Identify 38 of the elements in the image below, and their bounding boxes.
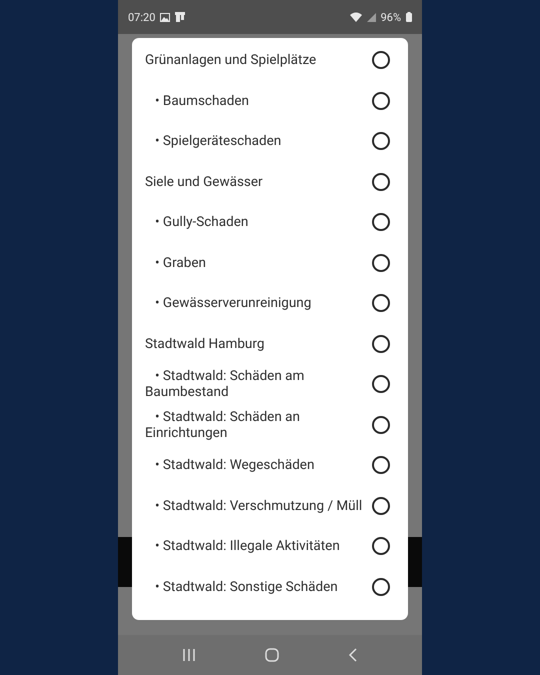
clock: 07:20 bbox=[128, 10, 156, 24]
back-icon[interactable] bbox=[348, 648, 358, 662]
radio-button[interactable] bbox=[372, 416, 390, 434]
radio-button[interactable] bbox=[372, 578, 390, 596]
image-icon bbox=[160, 12, 170, 22]
radio-button[interactable] bbox=[372, 294, 390, 312]
radio-button[interactable] bbox=[372, 537, 390, 556]
battery-percentage: 96% bbox=[380, 10, 401, 24]
option-label[interactable]: • Baumschaden bbox=[145, 92, 364, 109]
signal-icon bbox=[366, 12, 376, 22]
home-icon[interactable] bbox=[264, 648, 279, 662]
radio-button[interactable] bbox=[372, 456, 390, 474]
option-label[interactable]: • Stadtwald: Schäden am Baumbestand bbox=[145, 368, 364, 400]
radio-button[interactable] bbox=[372, 213, 390, 232]
option-label[interactable]: Stadtwald Hamburg bbox=[145, 336, 364, 352]
option-label[interactable]: • Spielgeräteschaden bbox=[145, 133, 364, 150]
radio-button[interactable] bbox=[372, 51, 390, 70]
radio-button[interactable] bbox=[372, 92, 390, 110]
battery-icon bbox=[406, 12, 412, 22]
radio-button[interactable] bbox=[372, 254, 390, 272]
radio-button[interactable] bbox=[372, 375, 390, 394]
radio-button[interactable] bbox=[372, 172, 390, 191]
option-label[interactable]: Grünanlagen und Spielplätze bbox=[145, 52, 364, 68]
radio-button[interactable] bbox=[372, 334, 390, 353]
option-label[interactable]: • Stadtwald: Illegale Aktivitäten bbox=[145, 538, 364, 554]
option-label[interactable]: • Gully-Schaden bbox=[145, 214, 364, 230]
radio-button[interactable] bbox=[372, 132, 390, 150]
option-label[interactable]: • Gewässerverunreinigung bbox=[145, 295, 364, 312]
option-label[interactable]: • Stadtwald: Verschmutzung / Müll bbox=[145, 498, 364, 514]
radio-button[interactable] bbox=[372, 496, 390, 515]
document-icon bbox=[175, 12, 186, 22]
option-label[interactable]: • Graben bbox=[145, 254, 364, 271]
option-label[interactable]: Siele und Gewässer bbox=[145, 174, 364, 190]
option-label[interactable]: • Stadtwald: Sonstige Schäden bbox=[145, 578, 364, 595]
recent-apps-icon[interactable] bbox=[182, 648, 196, 662]
option-label[interactable]: • Stadtwald: Schäden an Einrichtungen bbox=[145, 408, 364, 441]
wifi-icon bbox=[350, 12, 362, 22]
option-label[interactable]: • Stadtwald: Wegeschäden bbox=[145, 457, 364, 474]
